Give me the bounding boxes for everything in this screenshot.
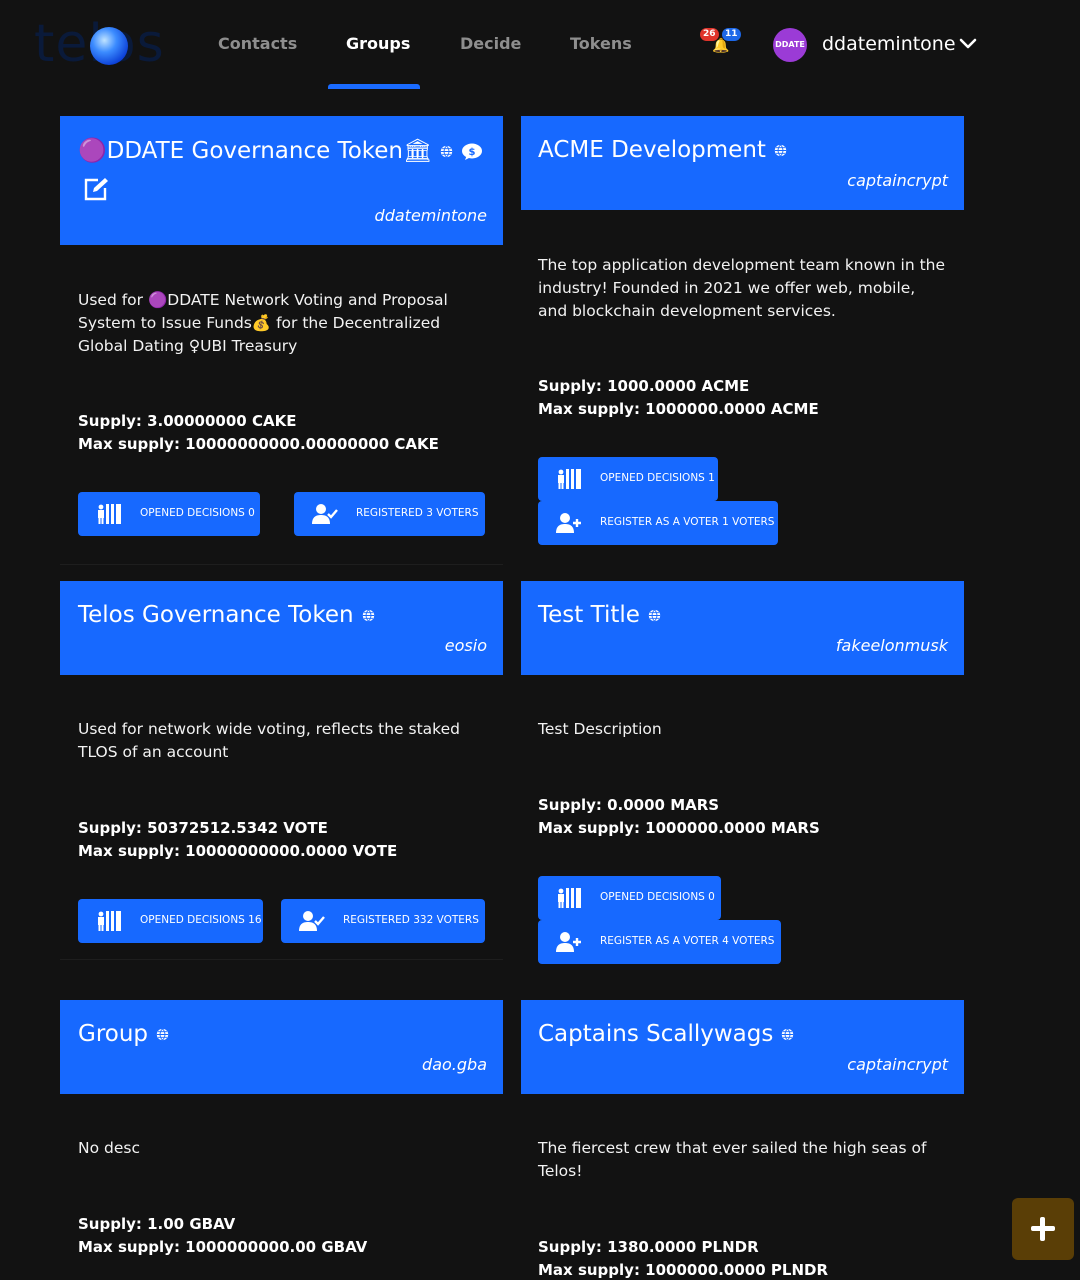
- ballot-box-icon: [556, 468, 582, 490]
- card-header[interactable]: Telos Governance Token eosio: [60, 581, 503, 675]
- card-owner: dao.gba: [422, 1055, 487, 1074]
- globe-icon: [774, 144, 787, 157]
- card-description: The fiercest crew that ever sailed the h…: [538, 1139, 927, 1180]
- add-group-button[interactable]: [1012, 1198, 1074, 1260]
- card-max-supply: Max supply: 10000000000.00000000 CAKE: [78, 435, 439, 453]
- chevron-down-icon[interactable]: [958, 34, 978, 54]
- opened-decisions-button[interactable]: OPENED DECISIONS 1: [538, 457, 718, 501]
- button-label: REGISTER AS A VOTER 4 VOTERS: [600, 935, 775, 947]
- card-title: Group: [78, 1021, 169, 1047]
- card-owner: captaincrypt: [847, 1055, 948, 1074]
- registered-voters-button[interactable]: REGISTERED 332 VOTERS: [281, 899, 485, 943]
- card-max-supply: Max supply: 10000000000.0000 VOTE: [78, 842, 398, 860]
- card-supply: Supply: 1.00 GBAV: [78, 1215, 236, 1233]
- card-divider: [60, 959, 503, 960]
- card-header[interactable]: 🟣DDATE Governance Token🏛 $ ddatemintone: [60, 116, 503, 245]
- card-max-supply: Max supply: 1000000.0000 ACME: [538, 400, 819, 418]
- card-title: Test Title: [538, 602, 661, 628]
- notifications-button[interactable]: 🔔 26 11: [700, 28, 741, 58]
- register-as-voter-button[interactable]: REGISTER AS A VOTER 4 VOTERS: [538, 920, 781, 964]
- ballot-box-icon: [96, 910, 122, 932]
- card-divider: [60, 564, 503, 565]
- group-card[interactable]: Telos Governance Token eosio Used for ne…: [60, 581, 503, 961]
- card-supply: Supply: 50372512.5342 VOTE: [78, 819, 328, 837]
- avatar[interactable]: DDATE: [773, 28, 807, 62]
- user-plus-icon: [556, 931, 582, 953]
- plus-icon: [1040, 1217, 1045, 1241]
- card-header[interactable]: ACME Development captaincrypt: [521, 116, 964, 210]
- opened-decisions-button[interactable]: OPENED DECISIONS 16: [78, 899, 263, 943]
- user-check-icon: [299, 910, 325, 932]
- logo-orb: [90, 27, 128, 65]
- globe-icon: [648, 609, 661, 622]
- tab-groups[interactable]: Groups: [346, 34, 410, 53]
- card-owner: fakeelonmusk: [835, 636, 948, 655]
- globe-icon: [781, 1028, 794, 1041]
- button-label: OPENED DECISIONS 0: [140, 507, 255, 519]
- card-max-supply: Max supply: 1000000.0000 PLNDR: [538, 1261, 829, 1279]
- group-card[interactable]: 🟣DDATE Governance Token🏛 $ ddatemintone U…: [60, 116, 503, 566]
- svg-text:$: $: [469, 147, 476, 158]
- top-header: telos Contacts Groups Decide Tokens 🔔 26…: [0, 0, 1080, 90]
- card-description: No desc: [78, 1139, 140, 1157]
- username[interactable]: ddatemintone: [822, 33, 956, 55]
- active-tab-indicator: [328, 84, 420, 89]
- user-check-icon: [312, 503, 338, 525]
- card-owner: eosio: [444, 636, 487, 655]
- card-title: ACME Development: [538, 137, 787, 163]
- card-description: The top application development team kno…: [538, 256, 946, 320]
- globe-icon: [156, 1028, 169, 1041]
- tab-decide[interactable]: Decide: [460, 34, 521, 53]
- group-card[interactable]: Group dao.gba No desc Supply: 1.00 GBAV …: [60, 1000, 503, 1280]
- card-description: Used for 🟣DDATE Network Voting and Propo…: [78, 291, 448, 355]
- group-card[interactable]: Captains Scallywags captaincrypt The fie…: [521, 1000, 964, 1280]
- notification-badge-blue: 11: [722, 28, 741, 41]
- opened-decisions-button[interactable]: OPENED DECISIONS 0: [78, 492, 260, 536]
- button-label: REGISTER AS A VOTER 1 VOTERS: [600, 516, 775, 528]
- opened-decisions-button[interactable]: OPENED DECISIONS 0: [538, 876, 721, 920]
- button-label: REGISTERED 3 VOTERS: [356, 507, 479, 519]
- globe-icon: [362, 609, 375, 622]
- edit-icon[interactable]: [84, 177, 110, 201]
- card-max-supply: Max supply: 1000000.0000 MARS: [538, 819, 820, 837]
- card-description: Test Description: [538, 720, 662, 738]
- card-title: 🟣DDATE Governance Token🏛 $: [78, 137, 483, 164]
- register-as-voter-button[interactable]: REGISTER AS A VOTER 1 VOTERS: [538, 501, 778, 545]
- card-supply: Supply: 1380.0000 PLNDR: [538, 1238, 759, 1256]
- card-owner: captaincrypt: [847, 171, 948, 190]
- card-title: Captains Scallywags: [538, 1021, 794, 1047]
- card-title: Telos Governance Token: [78, 602, 375, 628]
- ballot-box-icon: [556, 887, 582, 909]
- registered-voters-button[interactable]: REGISTERED 3 VOTERS: [294, 492, 485, 536]
- group-card[interactable]: ACME Development captaincrypt The top ap…: [521, 116, 964, 566]
- card-header[interactable]: Captains Scallywags captaincrypt: [521, 1000, 964, 1094]
- card-header[interactable]: Test Title fakeelonmusk: [521, 581, 964, 675]
- button-label: REGISTERED 332 VOTERS: [343, 914, 479, 926]
- tab-tokens[interactable]: Tokens: [570, 34, 632, 53]
- button-label: OPENED DECISIONS 16: [140, 914, 262, 926]
- user-plus-icon: [556, 512, 582, 534]
- notification-badge-red: 26: [700, 28, 719, 41]
- group-card[interactable]: Test Title fakeelonmusk Test Description…: [521, 581, 964, 981]
- card-supply: Supply: 0.0000 MARS: [538, 796, 720, 814]
- card-owner: ddatemintone: [374, 206, 487, 225]
- globe-icon: [440, 145, 453, 158]
- telos-logo[interactable]: telos: [34, 14, 164, 74]
- card-max-supply: Max supply: 1000000000.00 GBAV: [78, 1238, 368, 1256]
- card-supply: Supply: 1000.0000 ACME: [538, 377, 750, 395]
- dollar-chat-icon: $: [462, 143, 483, 160]
- card-supply: Supply: 3.00000000 CAKE: [78, 412, 297, 430]
- card-description: Used for network wide voting, reflects t…: [78, 720, 460, 761]
- button-label: OPENED DECISIONS 1: [600, 472, 715, 484]
- tab-contacts[interactable]: Contacts: [218, 34, 297, 53]
- button-label: OPENED DECISIONS 0: [600, 891, 715, 903]
- ballot-box-icon: [96, 503, 122, 525]
- card-header[interactable]: Group dao.gba: [60, 1000, 503, 1094]
